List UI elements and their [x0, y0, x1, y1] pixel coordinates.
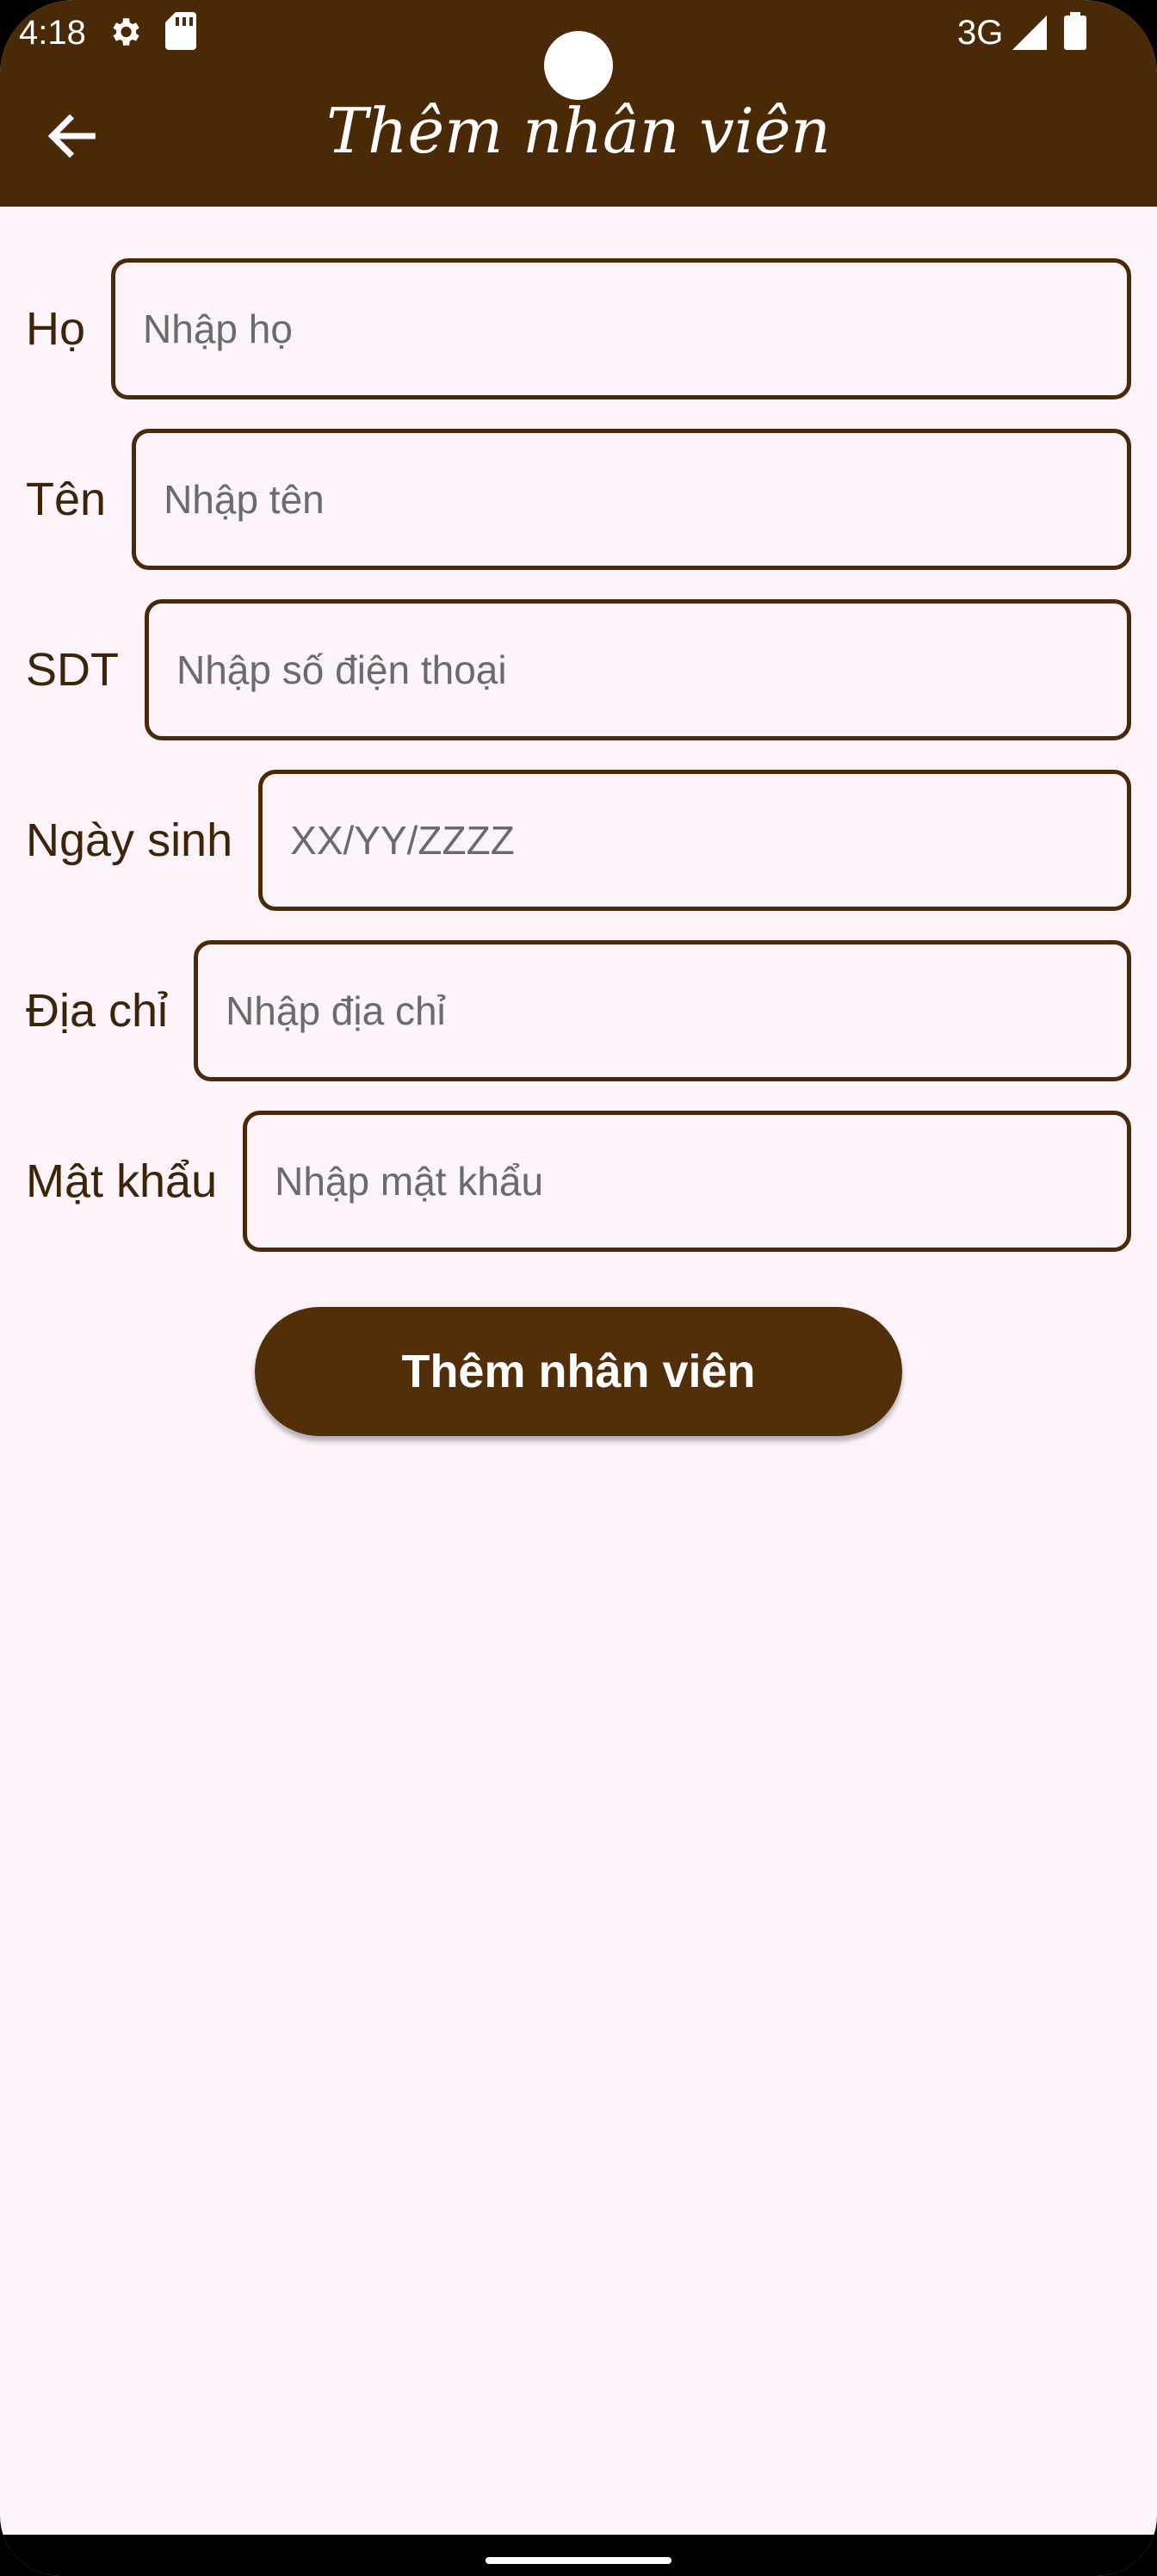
gear-icon: [113, 18, 139, 46]
birthdate-row: Ngày sinh: [26, 770, 1131, 911]
sd-card-icon: [165, 12, 196, 50]
phone-input[interactable]: [145, 599, 1131, 740]
phone-label: SDT: [26, 644, 119, 696]
first-name-input[interactable]: [132, 429, 1131, 570]
status-time: 4:18: [19, 14, 86, 52]
battery-icon: [1064, 12, 1086, 50]
last-name-input[interactable]: [111, 258, 1131, 399]
last-name-label: Họ: [26, 303, 86, 355]
phone-row: SDT: [26, 599, 1131, 740]
app-bar: 4:18 3G Thêm nhân viên: [0, 0, 1157, 207]
last-name-row: Họ: [26, 258, 1131, 399]
password-label: Mật khẩu: [26, 1155, 218, 1207]
first-name-label: Tên: [26, 474, 107, 525]
address-input[interactable]: [194, 940, 1131, 1081]
address-label: Địa chỉ: [26, 985, 169, 1037]
password-input[interactable]: [243, 1111, 1131, 1252]
page-title: Thêm nhân viên: [326, 95, 831, 167]
home-gesture-handle[interactable]: [486, 2557, 671, 2564]
screen: 4:18 3G Thêm nhân viên Họ Nhập họ Tên Nh…: [0, 0, 1157, 2576]
navigation-bar: [0, 2535, 1157, 2576]
first-name-row: Tên: [26, 429, 1131, 570]
address-row: Địa chỉ: [26, 940, 1131, 1081]
birthdate-input[interactable]: [258, 770, 1131, 911]
network-type: 3G: [957, 14, 1004, 52]
add-employee-button[interactable]: Thêm nhân viên: [255, 1307, 902, 1436]
birthdate-label: Ngày sinh: [26, 814, 233, 866]
password-row: Mật khẩu: [26, 1111, 1131, 1252]
signal-icon: [1012, 15, 1047, 50]
